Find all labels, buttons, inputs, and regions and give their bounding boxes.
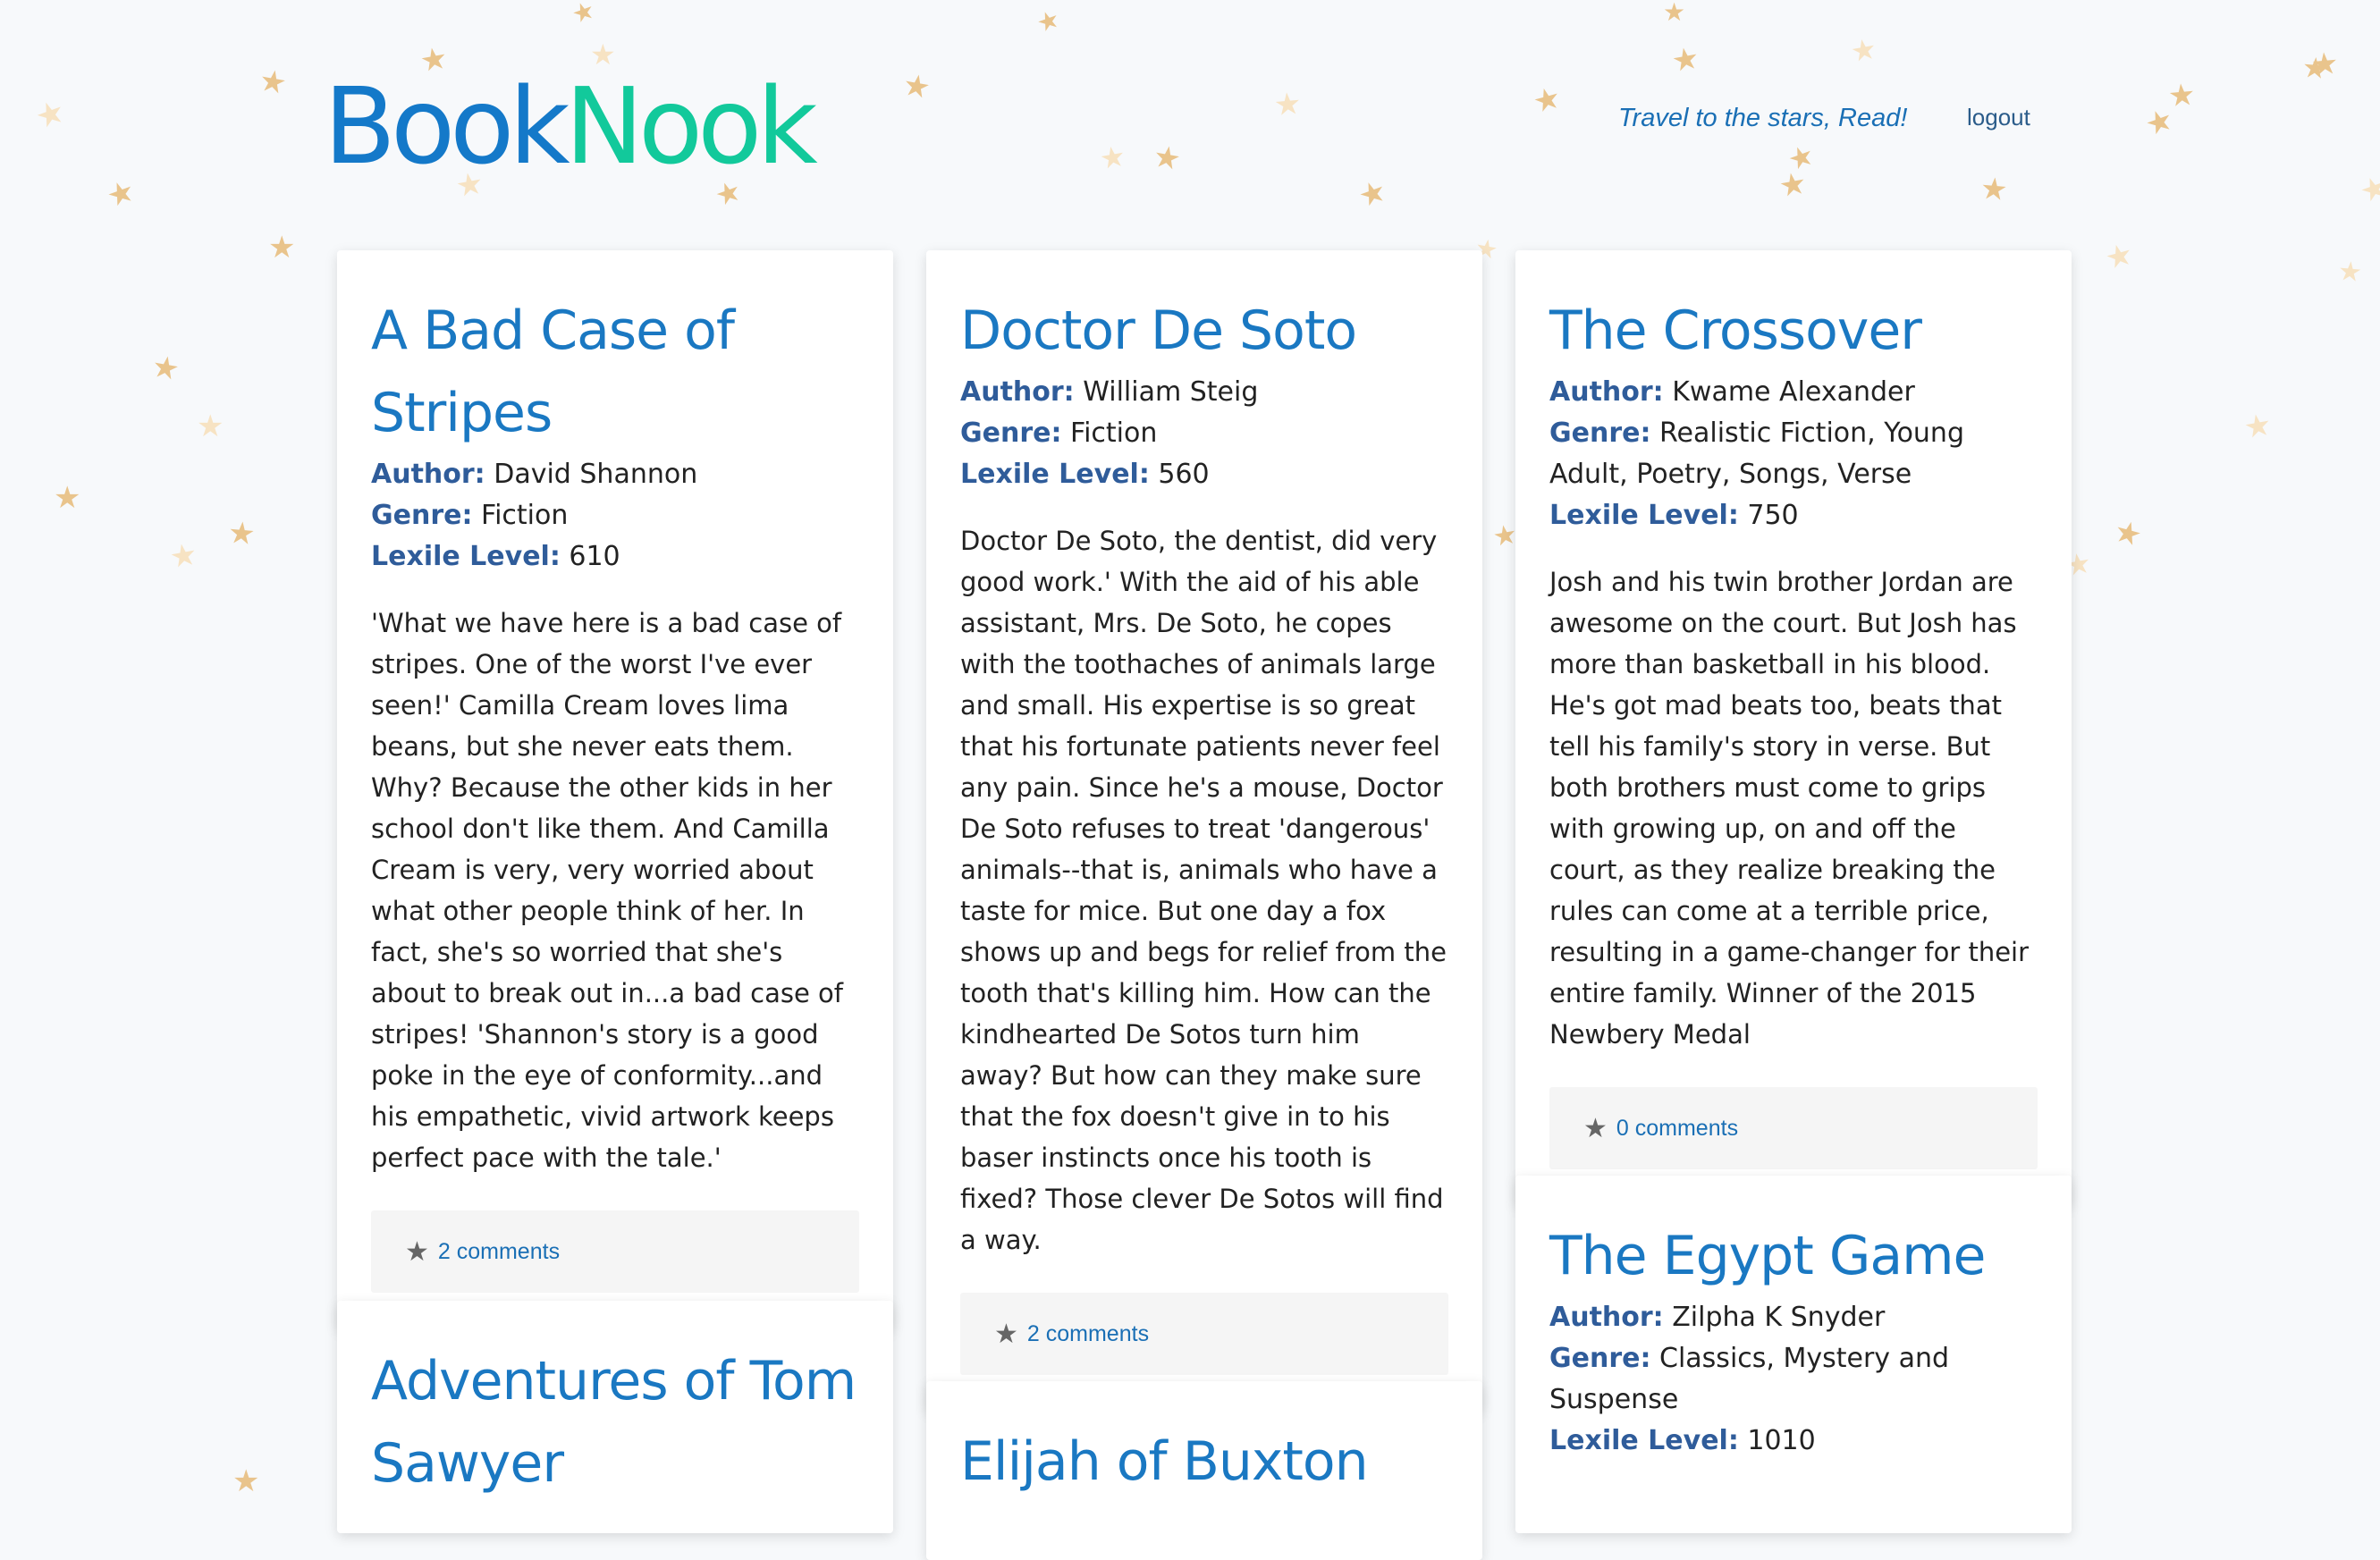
logo-part-nook: Nook [564, 64, 818, 188]
book-card: Doctor De Soto Author: William Steig Gen… [926, 250, 1482, 1411]
genre-label: Genre: [1549, 417, 1651, 449]
lexile-label: Lexile Level: [960, 459, 1150, 490]
genre-label: Genre: [371, 500, 473, 531]
star-icon: ★ [2140, 101, 2179, 144]
author-value: David Shannon [494, 459, 698, 490]
author-row: Author: Kwame Alexander [1549, 372, 2038, 413]
star-icon: ★ [2336, 256, 2364, 289]
card-footer: ★ 0 comments [1549, 1087, 2038, 1169]
author-row: Author: William Steig [960, 372, 1448, 413]
genre-value: Fiction [1070, 417, 1158, 449]
lexile-value: 560 [1158, 459, 1210, 490]
genre-label: Genre: [1549, 1343, 1651, 1374]
book-card: The Crossover Author: Kwame Alexander Ge… [1515, 250, 2072, 1205]
genre-row: Genre: Classics, Mystery and Suspense [1549, 1338, 2038, 1421]
author-row: Author: Zilpha K Snyder [1549, 1297, 2038, 1338]
author-row: Author: David Shannon [371, 454, 859, 495]
star-icon: ★ [268, 231, 296, 265]
logo-part-book: Book [324, 64, 570, 188]
star-icon: ★ [1848, 31, 1879, 69]
star-icon: ★ [2166, 77, 2198, 114]
genre-label: Genre: [960, 417, 1062, 449]
lexile-label: Lexile Level: [1549, 500, 1739, 531]
logout-link[interactable]: logout [1967, 104, 2030, 131]
star-icon: ★ [1272, 86, 1304, 123]
book-card: Adventures of Tom Sawyer [337, 1301, 893, 1533]
author-label: Author: [1549, 1302, 1664, 1333]
genre-row: Genre: Fiction [371, 495, 859, 536]
star-icon: ★ [1663, 0, 1686, 26]
author-value: Zilpha K Snyder [1672, 1302, 1886, 1333]
star-icon: ★ [1033, 4, 1064, 38]
star-icon: ★ [1097, 139, 1128, 176]
star-icon: ★ [1150, 139, 1184, 178]
star-icon: ★ [2110, 513, 2146, 554]
book-card: Elijah of Buxton [926, 1381, 1482, 1560]
lexile-label: Lexile Level: [1549, 1425, 1739, 1456]
lexile-label: Lexile Level: [371, 541, 561, 572]
star-icon: ★ [226, 515, 257, 552]
author-label: Author: [371, 459, 485, 490]
card-footer: ★ 2 comments [960, 1293, 1448, 1375]
star-icon: ★ [1668, 40, 1702, 80]
star-icon: ★ [2241, 407, 2275, 446]
lexile-value: 610 [569, 541, 620, 572]
book-title[interactable]: The Egypt Game [1549, 1215, 2038, 1297]
author-value: Kwame Alexander [1672, 376, 1915, 408]
book-description: 'What we have here is a bad case of stri… [371, 608, 843, 1173]
book-title[interactable]: Elijah of Buxton [960, 1421, 1448, 1503]
star-icon: ★ [899, 67, 933, 106]
star-icon: ★ [2355, 168, 2380, 211]
star-icon: ★ [54, 481, 81, 515]
lexile-value: 1010 [1747, 1425, 1816, 1456]
star-icon: ★ [197, 409, 224, 443]
star-icon: ★ [1529, 80, 1565, 121]
star-icon: ★ [568, 0, 599, 30]
star-icon: ★ [1979, 171, 2010, 208]
star-icon: ★ [1776, 165, 1810, 205]
logo[interactable]: BookNook [324, 73, 818, 179]
book-card: A Bad Case of Stripes Author: David Shan… [337, 250, 893, 1328]
star-icon: ★ [1783, 138, 1819, 177]
star-icon: ★ [30, 91, 71, 137]
book-title[interactable]: Adventures of Tom Sawyer [371, 1340, 859, 1505]
star-icon: ★ [102, 173, 140, 215]
genre-value: Fiction [481, 500, 569, 531]
lexile-row: Lexile Level: 1010 [1549, 1421, 2038, 1462]
star-icon: ★ [994, 1319, 1018, 1349]
star-icon: ★ [1583, 1113, 1608, 1143]
star-icon: ★ [2300, 50, 2330, 86]
author-value: William Steig [1083, 376, 1259, 408]
comments-link[interactable]: 2 comments [438, 1239, 560, 1265]
star-icon: ★ [2309, 46, 2341, 83]
comments-link[interactable]: 2 comments [1027, 1321, 1149, 1347]
lexile-row: Lexile Level: 610 [371, 536, 859, 578]
lexile-row: Lexile Level: 560 [960, 454, 1448, 495]
book-title[interactable]: Doctor De Soto [960, 290, 1448, 372]
lexile-value: 750 [1747, 500, 1799, 531]
book-card: The Egypt Game Author: Zilpha K Snyder G… [1515, 1176, 2072, 1533]
star-icon: ★ [1354, 173, 1392, 215]
book-title[interactable]: A Bad Case of Stripes [371, 290, 859, 454]
author-label: Author: [960, 376, 1075, 408]
book-title[interactable]: The Crossover [1549, 290, 2038, 372]
comments-link[interactable]: 0 comments [1616, 1116, 1738, 1142]
genre-row: Genre: Realistic Fiction, Young Adult, P… [1549, 413, 2038, 495]
author-label: Author: [1549, 376, 1664, 408]
genre-row: Genre: Fiction [960, 413, 1448, 454]
star-icon: ★ [256, 63, 290, 102]
star-icon: ★ [2101, 236, 2137, 277]
book-description: Josh and his twin brother Jordan are awe… [1549, 567, 2030, 1050]
star-icon: ★ [148, 349, 182, 388]
card-footer: ★ 2 comments [371, 1210, 859, 1293]
tagline: Travel to the stars, Read! [1618, 104, 1908, 132]
lexile-row: Lexile Level: 750 [1549, 495, 2038, 536]
book-description: Doctor De Soto, the dentist, did very go… [960, 526, 1447, 1255]
star-icon: ★ [232, 1464, 260, 1498]
star-icon: ★ [166, 536, 200, 576]
star-icon: ★ [405, 1236, 429, 1267]
